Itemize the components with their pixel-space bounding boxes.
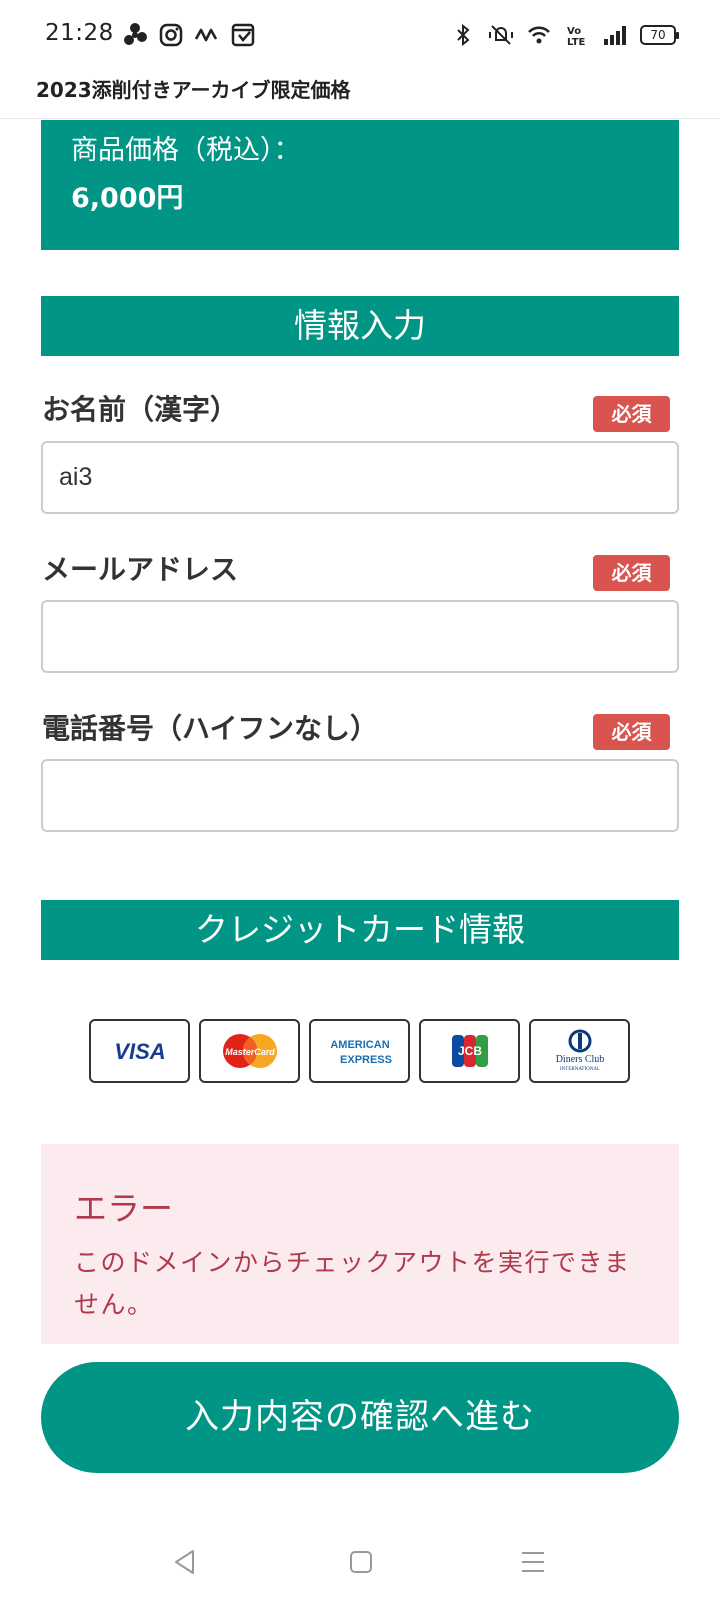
svg-text:Diners Club: Diners Club <box>555 1054 604 1065</box>
fan-icon <box>124 23 147 45</box>
jcb-card-logo: JCB <box>419 1019 520 1083</box>
battery-icon: 70 <box>640 25 679 45</box>
mastercard-card-logo: MasterCard <box>199 1019 300 1083</box>
back-button[interactable] <box>165 1542 205 1582</box>
svg-text:JCB: JCB <box>457 1044 481 1058</box>
mastercard-icon: MasterCard <box>222 1034 277 1068</box>
notification-icons <box>122 22 256 48</box>
name-input[interactable] <box>41 441 679 514</box>
menu-button[interactable] <box>513 1542 553 1582</box>
error-title: エラー <box>74 1189 173 1228</box>
app-icon <box>231 23 255 47</box>
visa-icon: VISA <box>114 1039 165 1064</box>
diners-club-icon: Diners Club INTERNATIONAL <box>555 1029 604 1072</box>
error-message: このドメインからチェックアウトを実行できません。 <box>74 1248 631 1319</box>
confirm-button[interactable]: 入力内容の確認へ進む <box>41 1362 679 1473</box>
svg-text:MasterCard: MasterCard <box>225 1047 275 1057</box>
name-label: お名前（漢字） <box>42 393 239 426</box>
instagram-icon <box>159 23 183 47</box>
card-logos: VISA MasterCard AMERICAN EXPRESS JCB Din… <box>89 1019 630 1083</box>
navigation-bar <box>0 1520 720 1600</box>
name-required-badge: 必須 <box>593 396 670 432</box>
signal-icon <box>604 26 626 45</box>
card-section-title: クレジットカード情報 <box>41 900 679 960</box>
email-required-badge: 必須 <box>593 555 670 591</box>
bluetooth-icon <box>457 23 470 47</box>
price-block: 商品価格（税込）： 6,000円 <box>41 120 679 250</box>
phone-required-badge: 必須 <box>593 714 670 750</box>
status-bar: 21:28 Vo LTE 70 <box>0 0 720 72</box>
svg-text:EXPRESS: EXPRESS <box>340 1054 392 1066</box>
diners-card-logo: Diners Club INTERNATIONAL <box>529 1019 630 1083</box>
system-icons: Vo LTE 70 <box>450 22 679 48</box>
svg-text:INTERNATIONAL: INTERNATIONAL <box>560 1067 600 1072</box>
wave-icon <box>194 28 218 42</box>
page-title: 2023添削付きアーカイブ限定価格 <box>36 78 351 102</box>
jcb-icon: JCB <box>451 1035 488 1067</box>
svg-text:LTE: LTE <box>567 37 586 48</box>
email-input[interactable] <box>41 600 679 673</box>
svg-text:AMERICAN: AMERICAN <box>330 1039 389 1051</box>
menu-icon <box>522 1552 544 1572</box>
wifi-icon <box>528 26 550 44</box>
info-section-title: 情報入力 <box>41 296 679 356</box>
svg-text:Vo: Vo <box>567 26 581 37</box>
price-value: 6,000円 <box>71 183 184 214</box>
status-time: 21:28 <box>45 20 114 46</box>
amex-icon: AMERICAN EXPRESS <box>330 1039 392 1066</box>
home-button[interactable] <box>341 1542 381 1582</box>
error-box: エラー このドメインからチェックアウトを実行できません。 <box>41 1144 679 1344</box>
home-icon <box>350 1551 372 1573</box>
email-label: メールアドレス <box>42 553 239 586</box>
volte-icon: VoLTE <box>567 26 586 48</box>
svg-text:VISA: VISA <box>114 1039 165 1064</box>
visa-card-logo: VISA <box>89 1019 190 1083</box>
page-header: 2023添削付きアーカイブ限定価格 <box>0 72 720 119</box>
amex-card-logo: AMERICAN EXPRESS <box>309 1019 410 1083</box>
phone-input[interactable] <box>41 759 679 832</box>
price-label: 商品価格（税込）： <box>71 135 301 166</box>
phone-label: 電話番号（ハイフンなし） <box>42 712 379 745</box>
back-icon <box>175 1550 194 1574</box>
silent-mode-icon <box>489 25 513 45</box>
